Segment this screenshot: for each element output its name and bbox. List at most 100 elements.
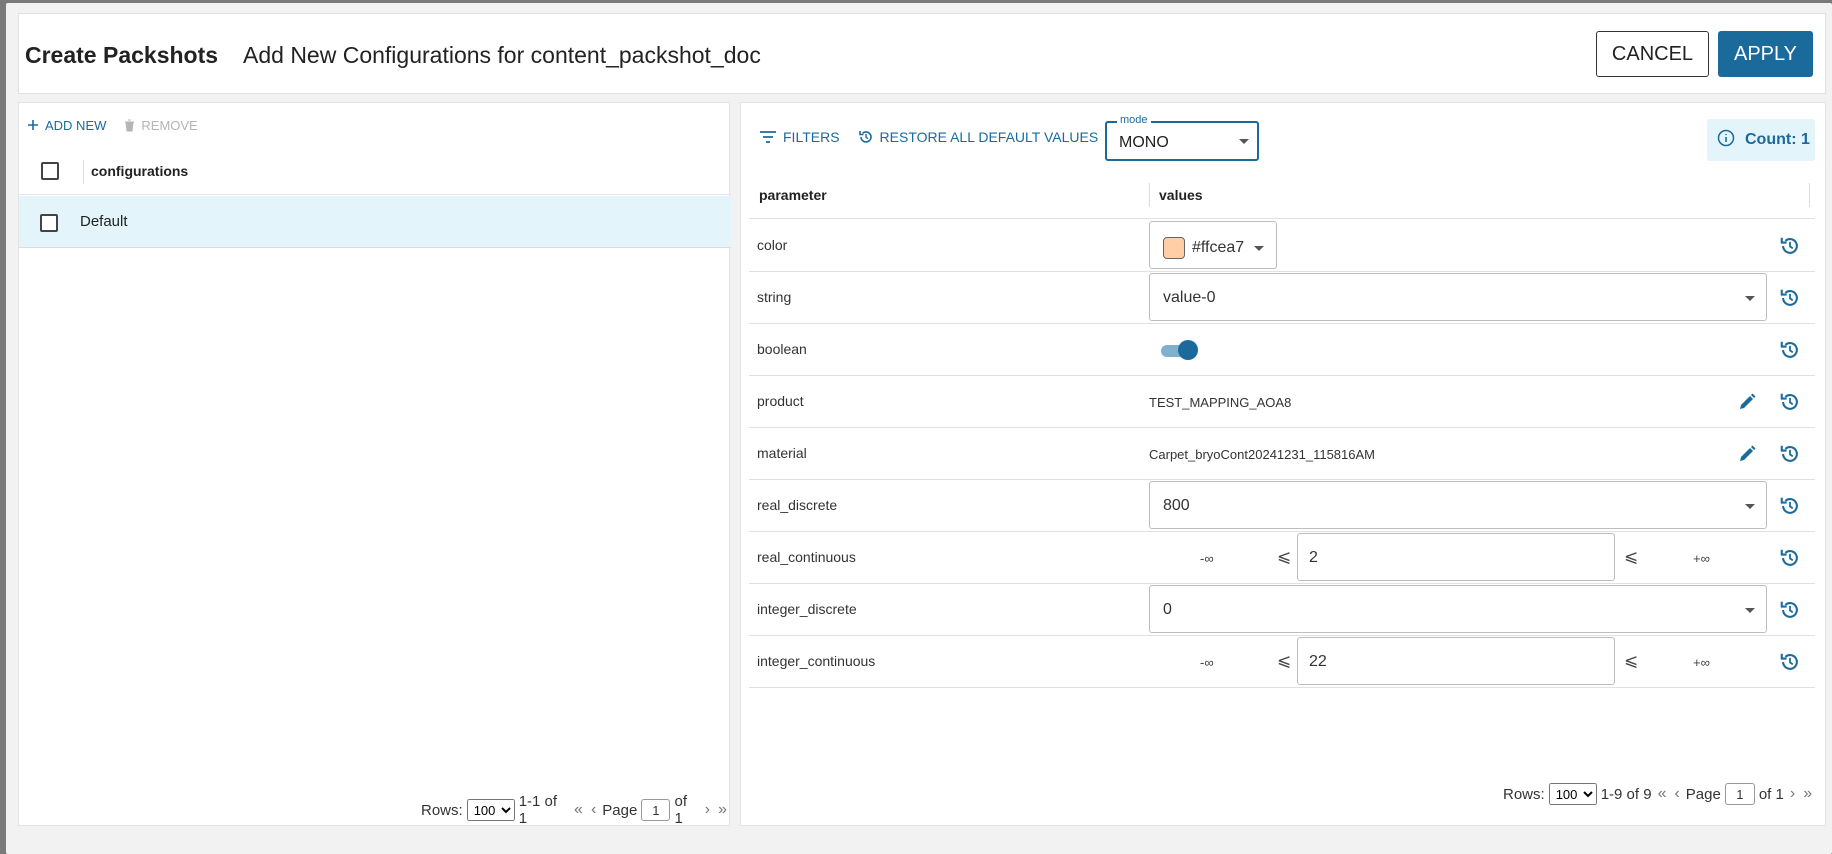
- pencil-icon: [1740, 393, 1756, 409]
- page-number-input[interactable]: 1: [1724, 783, 1755, 805]
- count-label: Count: 1: [1745, 131, 1810, 148]
- values-column-title: values: [1159, 187, 1203, 203]
- reset-param-button[interactable]: [1779, 235, 1801, 262]
- select-all-checkbox[interactable]: [41, 162, 59, 180]
- edit-material-button[interactable]: [1737, 444, 1757, 469]
- real-continuous-input[interactable]: 2: [1297, 533, 1615, 581]
- apply-button[interactable]: APPLY: [1718, 31, 1813, 77]
- param-row-real-continuous: real_continuous -∞ ⩽ 2 ⩽ +∞: [749, 532, 1815, 584]
- first-page-button[interactable]: «: [1656, 785, 1669, 803]
- last-page-button[interactable]: »: [1801, 785, 1814, 803]
- param-row-integer-discrete: integer_discrete 0: [749, 584, 1815, 636]
- trash-icon: [124, 119, 135, 132]
- chevron-down-icon: [1745, 608, 1755, 613]
- param-row-boolean: boolean: [749, 324, 1815, 376]
- param-row-product: product TEST_MAPPING_AOA8: [749, 376, 1815, 428]
- last-page-button[interactable]: »: [716, 801, 729, 819]
- param-name: string: [757, 289, 792, 305]
- param-name: color: [757, 237, 788, 253]
- color-picker[interactable]: #ffcea7: [1149, 221, 1277, 269]
- reset-param-button[interactable]: [1779, 443, 1801, 470]
- page-label: Page: [1685, 785, 1721, 803]
- history-icon: [1780, 601, 1798, 618]
- chevron-down-icon: [1745, 296, 1755, 301]
- parameters-panel: FILTERS RESTORE ALL DEFAULT VALUES mode …: [740, 102, 1826, 826]
- param-row-color: color #ffcea7: [749, 220, 1815, 272]
- reset-param-button[interactable]: [1779, 547, 1801, 574]
- history-icon: [1780, 549, 1798, 566]
- page-label: Page: [602, 801, 638, 819]
- page-count-label: of 1: [674, 793, 687, 827]
- string-value: value-0: [1163, 289, 1216, 306]
- add-new-button[interactable]: ADD NEW: [27, 118, 106, 133]
- row-checkbox[interactable]: [40, 214, 58, 232]
- parameter-column-title: parameter: [759, 187, 827, 203]
- param-name: integer_continuous: [757, 653, 876, 669]
- less-equal-symbol: ⩽: [1624, 547, 1639, 566]
- count-badge: Count: 1: [1707, 119, 1815, 161]
- next-page-button[interactable]: ›: [1788, 785, 1797, 803]
- dialog-title: Create Packshots: [25, 42, 219, 68]
- history-icon: [1780, 237, 1798, 254]
- integer-continuous-input[interactable]: 22: [1297, 637, 1615, 685]
- cancel-button[interactable]: CANCEL: [1596, 31, 1709, 77]
- dialog-header: Create Packshots Add New Configurations …: [18, 13, 1826, 94]
- range-min: -∞: [1200, 551, 1214, 566]
- prev-page-button[interactable]: ‹: [1672, 785, 1681, 803]
- param-row-material: material Carpet_bryoCont20241231_115816A…: [749, 428, 1815, 480]
- chevron-down-icon: [1745, 504, 1755, 509]
- reset-param-button[interactable]: [1779, 651, 1801, 678]
- parameters-pagination: Rows: 100 1-9 of 9 « ‹ Page 1 of 1 › »: [1503, 783, 1814, 805]
- plus-icon: [27, 119, 39, 131]
- reset-param-button[interactable]: [1779, 495, 1801, 522]
- less-equal-symbol: ⩽: [1277, 651, 1292, 670]
- history-icon: [1780, 341, 1798, 358]
- add-new-label: ADD NEW: [45, 117, 107, 133]
- integer-discrete-select[interactable]: 0: [1149, 585, 1767, 633]
- page-number-input[interactable]: 1: [641, 799, 671, 821]
- configurations-pagination: Rows: 100 1-1 of 1 « ‹ Page 1 of 1 › »: [421, 793, 729, 827]
- edit-product-button[interactable]: [1737, 392, 1757, 417]
- string-select[interactable]: value-0: [1149, 273, 1767, 321]
- rows-label: Rows:: [1503, 785, 1545, 803]
- reset-param-button[interactable]: [1779, 599, 1801, 626]
- real-discrete-value: 800: [1163, 497, 1190, 514]
- remove-label: REMOVE: [141, 117, 198, 133]
- prev-page-button[interactable]: ‹: [589, 801, 598, 819]
- boolean-toggle[interactable]: [1161, 340, 1198, 360]
- info-icon: [1717, 129, 1735, 152]
- rows-per-page-select[interactable]: 100: [466, 799, 515, 821]
- reset-param-button[interactable]: [1779, 339, 1801, 366]
- restore-all-defaults-button[interactable]: RESTORE ALL DEFAULT VALUES: [858, 129, 1098, 145]
- param-row-string: string value-0: [749, 272, 1815, 324]
- pencil-icon: [1740, 445, 1756, 461]
- page-count-label: of 1: [1758, 785, 1784, 803]
- reset-param-button[interactable]: [1779, 391, 1801, 418]
- range-label: 1-1 of 1: [518, 793, 558, 827]
- parameters-table-header: parameter values: [749, 169, 1815, 219]
- next-page-button[interactable]: ›: [703, 801, 712, 819]
- parameters-toolbar: FILTERS RESTORE ALL DEFAULT VALUES: [759, 129, 1116, 145]
- mode-select[interactable]: mode MONO: [1105, 114, 1259, 161]
- color-value: #ffcea7: [1192, 239, 1245, 256]
- integer-continuous-value: 22: [1309, 653, 1327, 670]
- chevron-down-icon: [1239, 139, 1249, 144]
- rows-per-page-select[interactable]: 100: [1548, 783, 1597, 805]
- history-icon: [1780, 497, 1798, 514]
- param-name: real_continuous: [757, 549, 856, 565]
- first-page-button[interactable]: «: [572, 801, 585, 819]
- remove-button[interactable]: REMOVE: [124, 117, 198, 133]
- table-row[interactable]: Default: [19, 196, 731, 248]
- history-icon: [858, 129, 874, 145]
- param-row-integer-continuous: integer_continuous -∞ ⩽ 22 ⩽ +∞: [749, 636, 1815, 688]
- param-name: integer_discrete: [757, 601, 857, 617]
- real-discrete-select[interactable]: 800: [1149, 481, 1767, 529]
- configuration-name: Default: [80, 213, 128, 230]
- history-icon: [1780, 393, 1798, 410]
- range-max: +∞: [1693, 551, 1710, 566]
- filters-button[interactable]: FILTERS: [759, 129, 840, 145]
- configurations-toolbar: ADD NEW REMOVE: [27, 113, 216, 137]
- reset-param-button[interactable]: [1779, 287, 1801, 314]
- mode-label: mode: [1117, 114, 1151, 126]
- column-divider: [1809, 183, 1810, 207]
